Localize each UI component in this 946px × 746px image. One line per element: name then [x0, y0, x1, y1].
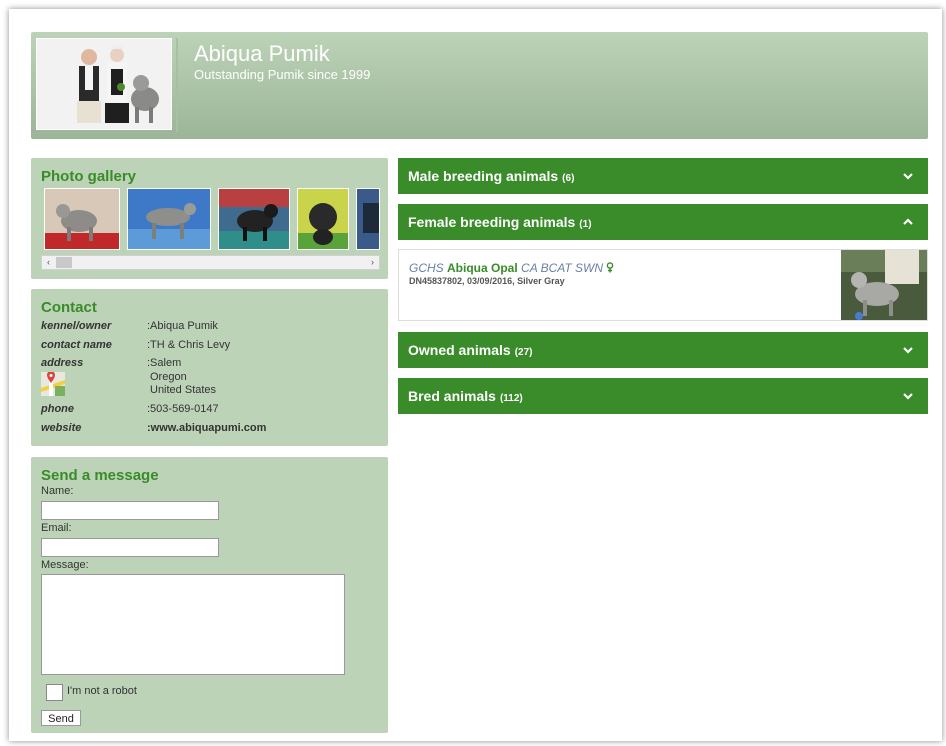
contact-label-phone: phone	[41, 403, 74, 415]
contact-value-state: Oregon	[150, 371, 187, 383]
contact-value-country: United States	[150, 384, 217, 396]
message-textarea[interactable]	[41, 574, 345, 675]
scrollbar-thumb[interactable]	[56, 257, 72, 268]
gallery-thumb[interactable]	[218, 188, 290, 250]
animal-photo[interactable]	[841, 250, 927, 320]
section-count: (27)	[514, 347, 533, 358]
email-input[interactable]	[41, 538, 219, 557]
captcha-checkbox[interactable]	[46, 684, 63, 701]
contact-label-name: contact name	[41, 339, 112, 351]
female-animal-entry[interactable]: GCHS Abiqua Opal CA BCAT SWN DN45837802,…	[398, 249, 928, 321]
scroll-left-arrow-icon[interactable]: ‹	[42, 256, 55, 269]
chevron-down-icon[interactable]	[902, 344, 914, 356]
animal-info: DN45837802, 03/09/2016, Silver Gray	[409, 276, 565, 286]
owners-photo	[36, 38, 172, 130]
section-label: Male breeding animals (6)	[408, 168, 575, 184]
gallery-title: Photo gallery	[41, 168, 137, 185]
contact-value-kennel: :Abiqua Pumik	[147, 320, 218, 332]
section-female-breeding[interactable]: Female breeding animals (1)	[398, 204, 928, 240]
email-label: Email:	[41, 522, 72, 534]
section-count: (1)	[579, 219, 592, 230]
contact-value-name: :TH & Chris Levy	[147, 339, 231, 351]
name-label: Name:	[41, 485, 74, 497]
contact-website-link[interactable]: :www.abiquapumi.com	[147, 422, 266, 434]
gallery-thumb[interactable]	[44, 188, 120, 250]
section-owned[interactable]: Owned animals (27)	[398, 332, 928, 368]
animal-title-suffix: CA BCAT SWN	[521, 261, 604, 275]
gallery-thumb[interactable]	[297, 188, 349, 250]
contact-value-city: :Salem	[147, 357, 182, 369]
contact-panel: Contact kennel/owner :Abiqua Pumik conta…	[31, 289, 388, 446]
kennel-subtitle: Outstanding Pumik since 1999	[194, 67, 371, 82]
message-title: Send a message	[41, 467, 159, 484]
female-symbol-icon	[607, 262, 614, 273]
gallery-thumb[interactable]	[127, 188, 211, 250]
section-label: Owned animals (27)	[408, 342, 533, 358]
contact-title: Contact	[41, 299, 97, 316]
chevron-up-icon[interactable]	[902, 216, 914, 228]
contact-label-address: address	[41, 357, 84, 369]
animal-title-prefix: GCHS	[409, 261, 444, 275]
section-male-breeding[interactable]: Male breeding animals (6)	[398, 158, 928, 194]
gallery-thumb[interactable]	[356, 188, 380, 250]
gallery-scrollbar[interactable]: ‹ ›	[41, 255, 380, 270]
contact-label-website: website	[41, 422, 82, 434]
contact-value-phone: :503-569-0147	[147, 403, 219, 415]
captcha-label: I'm not a robot	[67, 685, 137, 697]
contact-label-kennel: kennel/owner	[41, 320, 112, 332]
section-count: (112)	[499, 393, 523, 404]
scroll-right-arrow-icon[interactable]: ›	[366, 256, 379, 269]
section-count: (6)	[562, 173, 575, 184]
kennel-header: Abiqua Pumik Outstanding Pumik since 199…	[31, 32, 928, 139]
section-label: Female breeding animals (1)	[408, 214, 592, 230]
name-input[interactable]	[41, 501, 219, 520]
kennel-title: Abiqua Pumik	[194, 41, 330, 66]
message-label: Message:	[41, 559, 89, 571]
google-maps-icon[interactable]	[41, 371, 65, 396]
section-bred[interactable]: Bred animals (112)	[398, 378, 928, 414]
animal-name[interactable]: GCHS Abiqua Opal CA BCAT SWN	[409, 261, 614, 275]
photo-gallery-panel: Photo gallery ‹ ›	[31, 158, 388, 279]
send-message-panel: Send a message Name: Email: Message: I'm…	[31, 457, 388, 733]
send-button[interactable]: Send	[41, 710, 81, 726]
chevron-down-icon[interactable]	[902, 170, 914, 182]
section-label: Bred animals (112)	[408, 388, 523, 404]
animal-registered-name[interactable]: Abiqua Opal	[447, 261, 518, 275]
header-divider	[176, 38, 178, 132]
chevron-down-icon[interactable]	[902, 390, 914, 402]
